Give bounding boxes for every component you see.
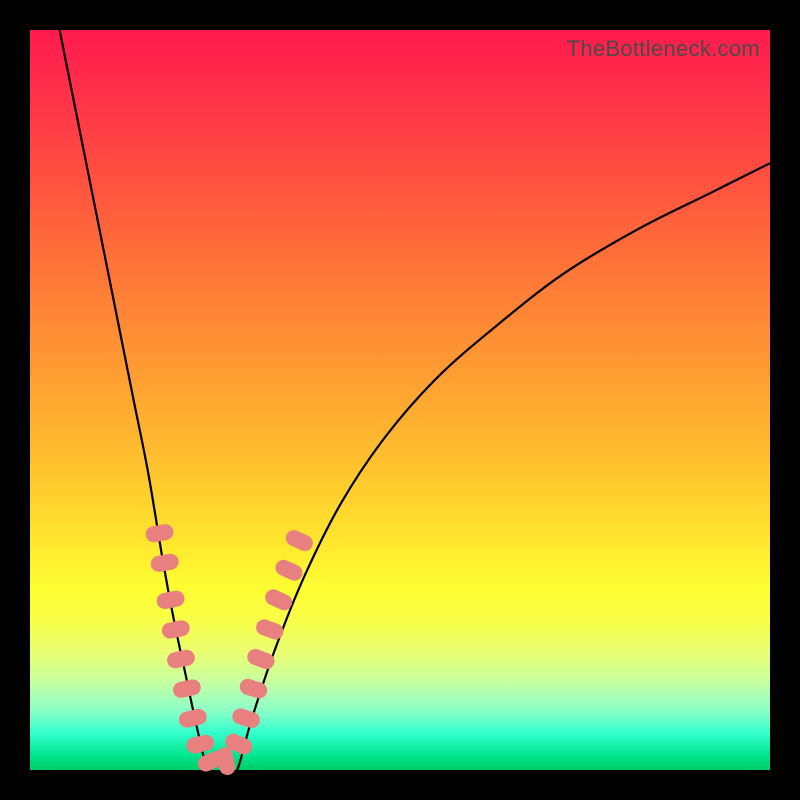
bead [254, 617, 286, 642]
plot-area: TheBottleneck.com [30, 30, 770, 770]
bead [160, 619, 191, 640]
bead [185, 733, 216, 755]
bead [144, 523, 174, 544]
bead [177, 707, 208, 729]
bead [166, 648, 197, 670]
bead [245, 647, 277, 672]
bead [150, 553, 180, 574]
outer-frame: TheBottleneck.com [0, 0, 800, 800]
curve-svg [30, 30, 770, 770]
bead [172, 678, 203, 700]
bottleneck-curve [60, 30, 770, 775]
bead [273, 557, 305, 583]
bead [283, 528, 315, 554]
beads-group [144, 523, 315, 777]
bead [230, 706, 262, 730]
bead [155, 589, 186, 610]
